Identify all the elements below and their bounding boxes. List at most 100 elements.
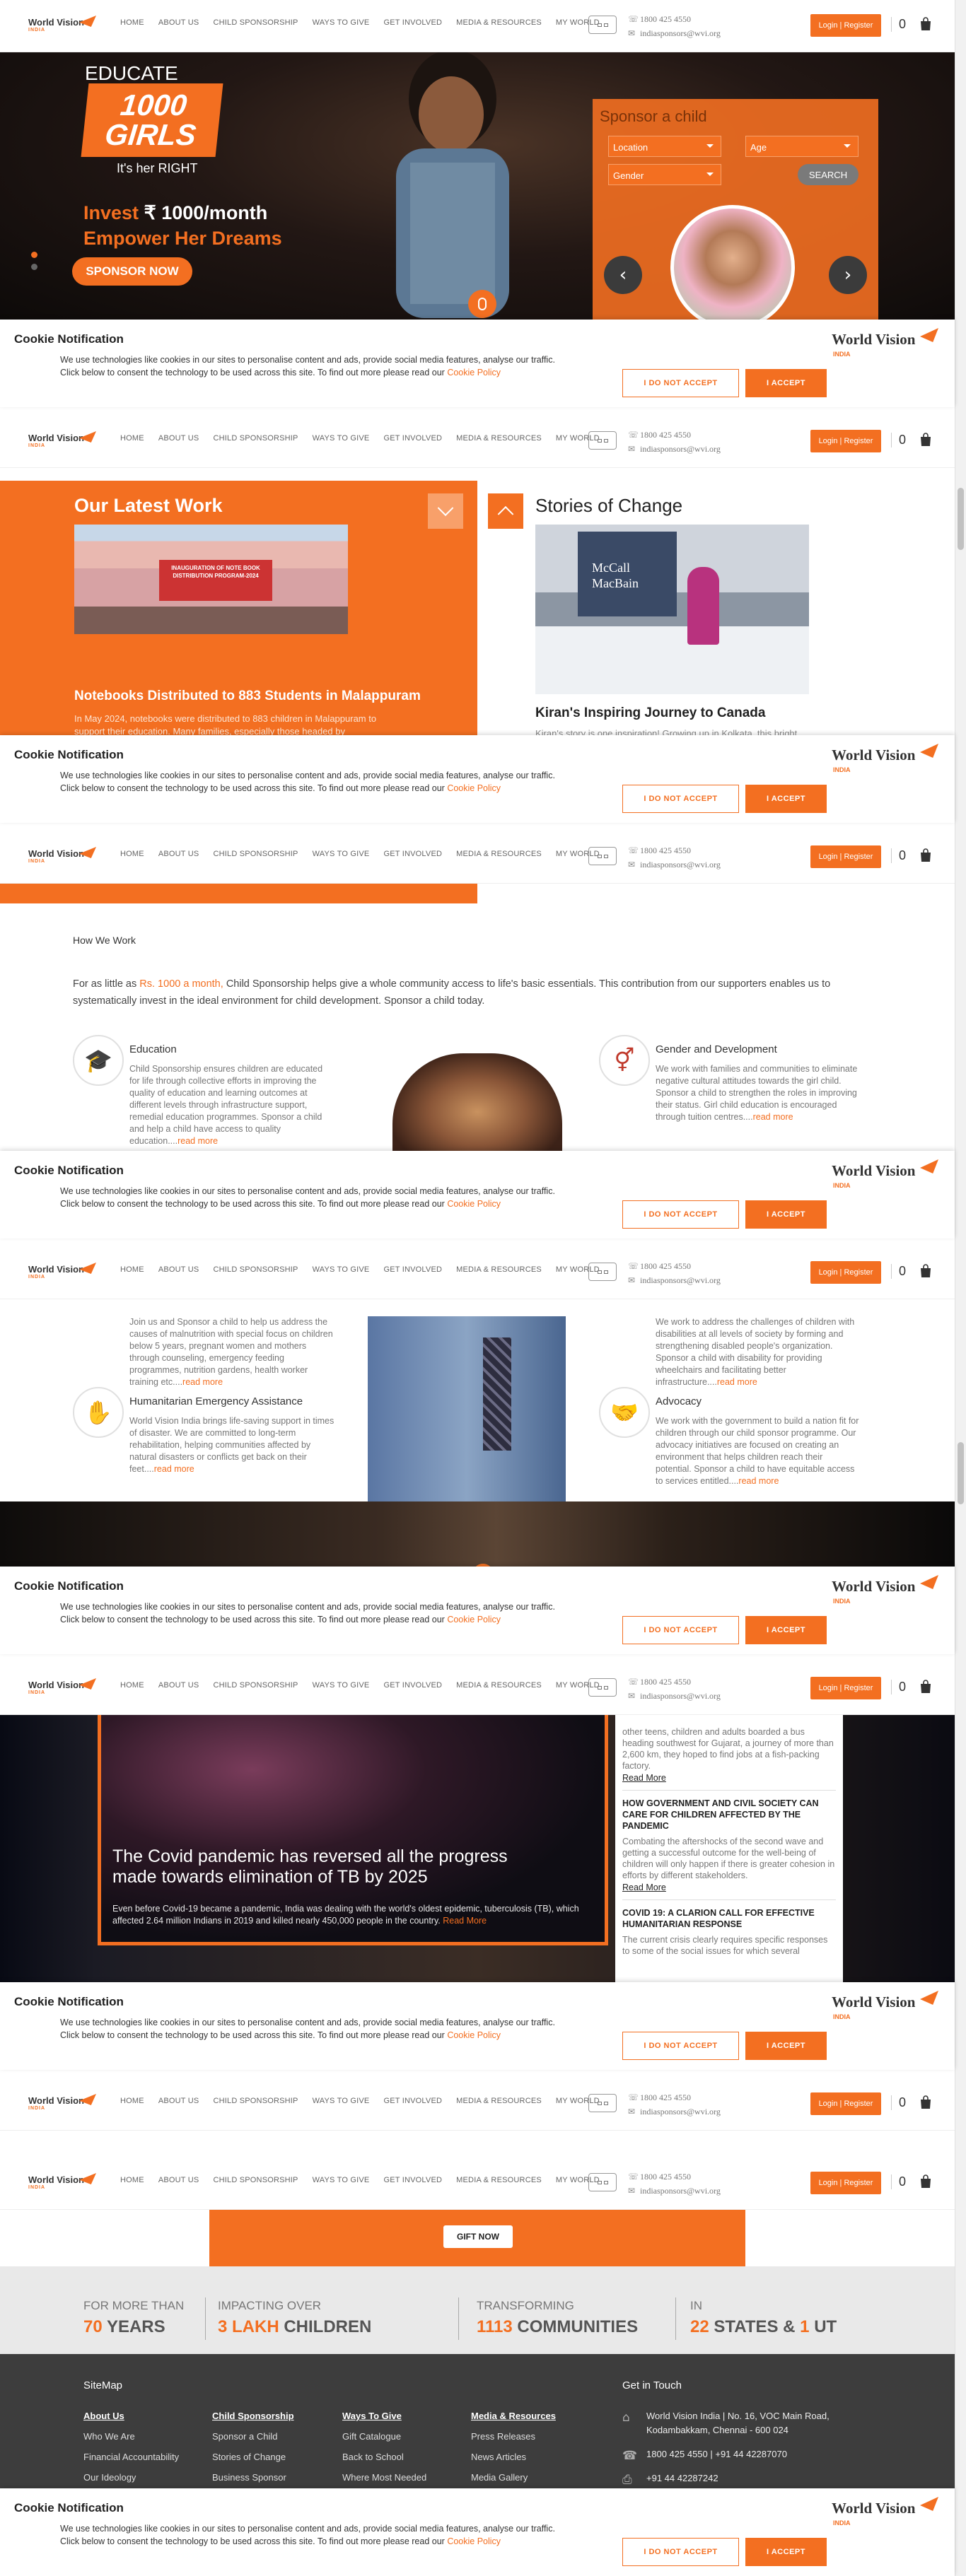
- nav-child-sponsorship[interactable]: CHILD SPONSORSHIP: [213, 1681, 298, 1690]
- login-register-button[interactable]: Login | Register: [810, 1261, 881, 1284]
- footer-col-head[interactable]: Child Sponsorship: [212, 2411, 294, 2421]
- nav-get-involved[interactable]: GET INVOLVED: [383, 2097, 442, 2105]
- cookie-decline-button[interactable]: I DO NOT ACCEPT: [622, 369, 739, 397]
- header-email[interactable]: indiasponsors@wvi.org: [640, 444, 721, 454]
- footer-link[interactable]: News Articles: [471, 2452, 556, 2462]
- search-grid-icon[interactable]: [588, 16, 617, 34]
- nav-ways-to-give[interactable]: WAYS TO GIVE: [313, 1681, 370, 1690]
- cookie-accept-button[interactable]: I ACCEPT: [745, 2538, 827, 2566]
- nav-media-resources[interactable]: MEDIA & RESOURCES: [456, 1681, 542, 1690]
- read-more-link[interactable]: read more: [738, 1476, 779, 1486]
- footer-link[interactable]: Sponsor a Child: [212, 2431, 294, 2442]
- footer-link[interactable]: Financial Accountability: [83, 2452, 179, 2462]
- search-grid-icon[interactable]: [588, 431, 617, 450]
- shopping-bag-icon[interactable]: [919, 848, 932, 862]
- carousel-dot[interactable]: [31, 252, 37, 258]
- search-grid-icon[interactable]: [588, 2173, 617, 2191]
- cookie-accept-button[interactable]: I ACCEPT: [745, 369, 827, 397]
- covid-read-more[interactable]: Read More: [443, 1916, 487, 1926]
- header-email[interactable]: indiasponsors@wvi.org: [640, 28, 721, 38]
- footer-link[interactable]: Business Sponsor: [212, 2472, 294, 2483]
- shopping-bag-icon[interactable]: [919, 1264, 932, 1278]
- footer-link[interactable]: Back to School: [342, 2452, 426, 2462]
- footer-col-head[interactable]: Ways To Give: [342, 2411, 426, 2421]
- cookie-policy-link[interactable]: Cookie Policy: [447, 1199, 501, 1209]
- header-email[interactable]: indiasponsors@wvi.org: [640, 2186, 721, 2196]
- shopping-bag-icon[interactable]: [919, 433, 932, 447]
- world-vision-logo[interactable]: World Vision INDIA: [28, 2094, 99, 2115]
- nav-about-us[interactable]: ABOUT US: [158, 1265, 199, 1274]
- shopping-bag-icon[interactable]: [919, 17, 932, 31]
- next-arrow-icon[interactable]: ›: [829, 256, 867, 294]
- side-read-more[interactable]: Read More: [622, 1773, 836, 1783]
- header-phone[interactable]: 1800 425 4550: [640, 2172, 691, 2182]
- nav-about-us[interactable]: ABOUT US: [158, 18, 199, 27]
- prev-arrow-icon[interactable]: ‹: [604, 256, 642, 294]
- stories-headline[interactable]: Kiran's Inspiring Journey to Canada: [535, 706, 765, 721]
- cookie-policy-link[interactable]: Cookie Policy: [447, 1615, 501, 1624]
- cookie-decline-button[interactable]: I DO NOT ACCEPT: [622, 2032, 739, 2060]
- covid-headline[interactable]: The Covid pandemic has reversed all the …: [112, 1846, 551, 1887]
- latest-work-photo[interactable]: INAUGURATION OF NOTE BOOK DISTRIBUTION P…: [74, 525, 348, 634]
- collapse-chevron-icon[interactable]: [428, 493, 463, 529]
- footer-link[interactable]: Gift Catalogue: [342, 2431, 426, 2442]
- footer-link[interactable]: Our Ideology: [83, 2472, 179, 2483]
- nav-child-sponsorship[interactable]: CHILD SPONSORSHIP: [213, 1265, 298, 1274]
- nav-child-sponsorship[interactable]: CHILD SPONSORSHIP: [213, 2097, 298, 2105]
- cookie-policy-link[interactable]: Cookie Policy: [447, 2030, 501, 2040]
- cookie-policy-link[interactable]: Cookie Policy: [447, 2536, 501, 2546]
- shopping-bag-icon[interactable]: [919, 1680, 932, 1694]
- scrollbar-thumb[interactable]: [958, 488, 964, 550]
- footer-link[interactable]: Press Releases: [471, 2431, 556, 2442]
- footer-col-head[interactable]: Media & Resources: [471, 2411, 556, 2421]
- footer-link[interactable]: Stories of Change: [212, 2452, 294, 2462]
- nav-media-resources[interactable]: MEDIA & RESOURCES: [456, 2097, 542, 2105]
- cookie-accept-button[interactable]: I ACCEPT: [745, 1616, 827, 1644]
- header-email[interactable]: indiasponsors@wvi.org: [640, 2107, 721, 2117]
- login-register-button[interactable]: Login | Register: [810, 2172, 881, 2194]
- nav-media-resources[interactable]: MEDIA & RESOURCES: [456, 2176, 542, 2184]
- header-email[interactable]: indiasponsors@wvi.org: [640, 1691, 721, 1701]
- covid-feature[interactable]: The Covid pandemic has reversed all the …: [98, 1712, 608, 1945]
- footer-link[interactable]: Media Gallery: [471, 2472, 556, 2483]
- search-grid-icon[interactable]: [588, 1263, 617, 1281]
- world-vision-logo[interactable]: World Vision INDIA: [28, 16, 99, 37]
- read-more-link[interactable]: read more: [753, 1112, 793, 1122]
- cookie-decline-button[interactable]: I DO NOT ACCEPT: [622, 2538, 739, 2566]
- search-grid-icon[interactable]: [588, 847, 617, 865]
- nav-home[interactable]: HOME: [120, 1681, 144, 1690]
- stories-photo[interactable]: McCall MacBain: [535, 525, 809, 694]
- footer-link[interactable]: Who We Are: [83, 2431, 179, 2442]
- expand-chevron-icon[interactable]: [488, 493, 523, 529]
- login-register-button[interactable]: Login | Register: [810, 2092, 881, 2115]
- carousel-dots[interactable]: [31, 252, 37, 270]
- nav-child-sponsorship[interactable]: CHILD SPONSORSHIP: [213, 850, 298, 858]
- cookie-decline-button[interactable]: I DO NOT ACCEPT: [622, 785, 739, 813]
- header-phone[interactable]: 1800 425 4550: [640, 14, 691, 24]
- read-more-link[interactable]: read more: [178, 1136, 218, 1146]
- header-phone[interactable]: 1800 425 4550: [640, 845, 691, 855]
- nav-get-involved[interactable]: GET INVOLVED: [383, 850, 442, 858]
- login-register-button[interactable]: Login | Register: [810, 845, 881, 868]
- shopping-bag-icon[interactable]: [919, 2095, 932, 2109]
- side-article-title[interactable]: COVID 19: A CLARION CALL FOR EFFECTIVE H…: [622, 1907, 836, 1930]
- nav-about-us[interactable]: ABOUT US: [158, 2176, 199, 2184]
- nav-ways-to-give[interactable]: WAYS TO GIVE: [313, 2176, 370, 2184]
- world-vision-logo[interactable]: World Vision INDIA: [28, 1678, 99, 1699]
- search-button[interactable]: SEARCH: [798, 164, 859, 185]
- search-grid-icon[interactable]: [588, 1678, 617, 1697]
- world-vision-logo[interactable]: World Vision INDIA: [28, 1263, 99, 1284]
- sponsor-now-button[interactable]: SPONSOR NOW: [72, 257, 192, 286]
- read-more-link[interactable]: read more: [182, 1377, 223, 1387]
- nav-ways-to-give[interactable]: WAYS TO GIVE: [313, 18, 370, 27]
- nav-media-resources[interactable]: MEDIA & RESOURCES: [456, 1265, 542, 1274]
- footer-col-head[interactable]: About Us: [83, 2411, 179, 2421]
- world-vision-logo[interactable]: World Vision INDIA: [28, 2173, 99, 2194]
- read-more-link[interactable]: read more: [717, 1377, 757, 1387]
- page-scrollbar[interactable]: [955, 0, 966, 2576]
- cookie-decline-button[interactable]: I DO NOT ACCEPT: [622, 1616, 739, 1644]
- nav-ways-to-give[interactable]: WAYS TO GIVE: [313, 850, 370, 858]
- login-register-button[interactable]: Login | Register: [810, 430, 881, 452]
- nav-child-sponsorship[interactable]: CHILD SPONSORSHIP: [213, 434, 298, 443]
- nav-child-sponsorship[interactable]: CHILD SPONSORSHIP: [213, 2176, 298, 2184]
